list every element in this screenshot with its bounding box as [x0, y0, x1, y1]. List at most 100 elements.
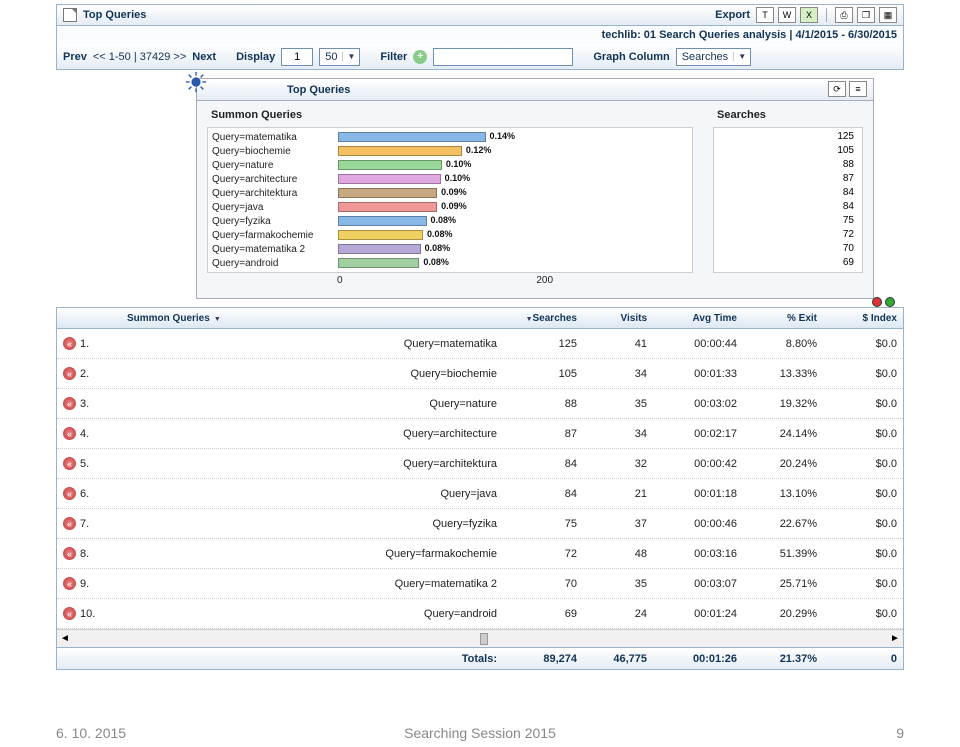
bar-track: 0.08% [338, 215, 692, 227]
bar-track: 0.08% [338, 257, 692, 269]
collapse-icon[interactable]: « [63, 607, 76, 620]
bar-track: 0.10% [338, 173, 692, 185]
status-dot-red[interactable] [872, 297, 882, 307]
grid-button[interactable]: ▦ [879, 7, 897, 23]
table-row[interactable]: « 2. Query=biochemie 105 34 00:01:33 13.… [57, 359, 903, 389]
scroll-thumb[interactable] [480, 633, 488, 645]
bar-fill [338, 244, 421, 254]
value-row: 88 [714, 158, 862, 172]
collapse-icon[interactable]: « [63, 397, 76, 410]
bar-track: 0.09% [338, 187, 692, 199]
bar-fill [338, 188, 437, 198]
collapse-icon[interactable]: « [63, 487, 76, 500]
col-visits[interactable]: Visits [583, 313, 653, 324]
row-num-cell: « 10. [57, 607, 107, 620]
col-dollar-index[interactable]: $ Index [823, 313, 903, 324]
collapse-icon[interactable]: « [63, 577, 76, 590]
sort-indicator-icon: ▼ [526, 316, 533, 323]
value-row: 84 [714, 186, 862, 200]
bar-row: Query=fyzika 0.08% [208, 214, 692, 228]
collapse-icon[interactable]: « [63, 547, 76, 560]
collapse-icon[interactable]: « [63, 517, 76, 530]
value-row: 70 [714, 242, 862, 256]
totals-avg: 00:01:26 [653, 653, 743, 665]
table-row[interactable]: « 5. Query=architektura 84 32 00:00:42 2… [57, 449, 903, 479]
scroll-left-icon[interactable]: ◄ [57, 633, 73, 644]
col-avg-time[interactable]: Avg Time [653, 313, 743, 324]
cell-query: Query=fyzika [107, 518, 503, 530]
col-searches[interactable]: ▼Searches [503, 313, 583, 324]
bar-label: Query=architektura [208, 188, 338, 199]
bar-track: 0.08% [338, 243, 692, 255]
chart-refresh-button[interactable]: ⟳ [828, 81, 846, 97]
row-number: 9. [80, 578, 89, 590]
cell-avg-time: 00:01:18 [653, 488, 743, 500]
pagesize-value: 50 [320, 51, 342, 63]
cell-searches: 75 [503, 518, 583, 530]
bar-fill [338, 202, 437, 212]
bar-label: Query=java [208, 202, 338, 213]
table-body[interactable]: « 1. Query=matematika 125 41 00:00:44 8.… [57, 329, 903, 629]
totals-searches: 89,274 [503, 653, 583, 665]
row-num-cell: « 2. [57, 367, 107, 380]
filter-input[interactable] [433, 48, 573, 66]
x-axis: 0200 [207, 275, 693, 286]
copy-button[interactable]: ❐ [857, 7, 875, 23]
collapse-icon[interactable]: « [63, 367, 76, 380]
window-title: Top Queries [83, 9, 146, 21]
row-number: 4. [80, 428, 89, 440]
cell-query: Query=matematika 2 [107, 578, 503, 590]
export-excel-button[interactable]: X [800, 7, 818, 23]
row-num-cell: « 5. [57, 457, 107, 470]
collapse-icon[interactable]: « [63, 457, 76, 470]
chart-list-button[interactable]: ≡ [849, 81, 867, 97]
cell-query: Query=biochemie [107, 368, 503, 380]
bar-label: Query=nature [208, 160, 338, 171]
graph-column-label: Graph Column [593, 51, 669, 63]
bar-row: Query=farmakochemie 0.08% [208, 228, 692, 242]
row-number: 1. [80, 338, 89, 350]
cell-index: $0.0 [823, 608, 903, 620]
bar-row: Query=matematika 2 0.08% [208, 242, 692, 256]
print-button[interactable]: ⎙ [835, 7, 853, 23]
pagesize-dropdown[interactable]: 50 ▼ [319, 48, 360, 66]
next-button[interactable]: Next [192, 51, 216, 63]
table-row[interactable]: « 8. Query=farmakochemie 72 48 00:03:16 … [57, 539, 903, 569]
bar-row: Query=android 0.08% [208, 256, 692, 270]
cell-searches: 105 [503, 368, 583, 380]
row-num-cell: « 4. [57, 427, 107, 440]
table-row[interactable]: « 4. Query=architecture 87 34 00:02:17 2… [57, 419, 903, 449]
export-word-button[interactable]: W [778, 7, 796, 23]
row-number: 7. [80, 518, 89, 530]
cell-exit: 8.80% [743, 338, 823, 350]
collapse-icon[interactable]: « [63, 337, 76, 350]
export-text-button[interactable]: T [756, 7, 774, 23]
cell-avg-time: 00:02:17 [653, 428, 743, 440]
bar-track: 0.09% [338, 201, 692, 213]
cell-exit: 22.67% [743, 518, 823, 530]
status-dot-green[interactable] [885, 297, 895, 307]
graph-column-dropdown[interactable]: Searches ▼ [676, 48, 751, 66]
row-num-cell: « 9. [57, 577, 107, 590]
table-row[interactable]: « 3. Query=nature 88 35 00:03:02 19.32% … [57, 389, 903, 419]
chart-right-title: Searches [717, 109, 863, 121]
add-filter-icon[interactable]: + [413, 50, 427, 64]
table-row[interactable]: « 10. Query=android 69 24 00:01:24 20.29… [57, 599, 903, 629]
cell-visits: 34 [583, 368, 653, 380]
chevron-down-icon: ▼ [733, 52, 750, 61]
bar-pct-label: 0.08% [425, 243, 451, 253]
horizontal-scrollbar[interactable]: ◄ ► [57, 629, 903, 647]
col-pct-exit[interactable]: % Exit [743, 313, 823, 324]
table-row[interactable]: « 9. Query=matematika 2 70 35 00:03:07 2… [57, 569, 903, 599]
scroll-right-icon[interactable]: ► [887, 633, 903, 644]
col-summon-queries[interactable]: Summon Queries▼ [107, 313, 503, 324]
bar-pct-label: 0.09% [441, 201, 467, 211]
prev-button[interactable]: Prev [63, 51, 87, 63]
table-row[interactable]: « 6. Query=java 84 21 00:01:18 13.10% $0… [57, 479, 903, 509]
cell-query: Query=architektura [107, 458, 503, 470]
page-input[interactable] [281, 48, 313, 66]
table-row[interactable]: « 7. Query=fyzika 75 37 00:00:46 22.67% … [57, 509, 903, 539]
collapse-icon[interactable]: « [63, 427, 76, 440]
table-row[interactable]: « 1. Query=matematika 125 41 00:00:44 8.… [57, 329, 903, 359]
value-row: 125 [714, 130, 862, 144]
